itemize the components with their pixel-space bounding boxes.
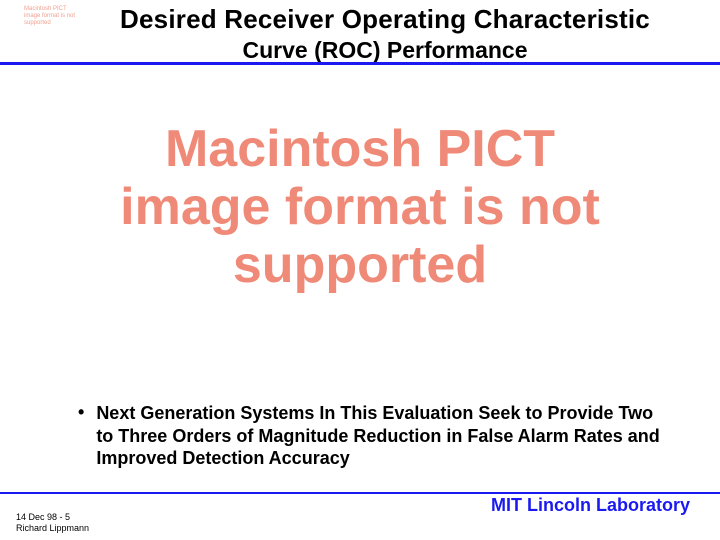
header-divider [0, 62, 720, 65]
slide: Macintosh PICT image format is not suppo… [0, 0, 720, 540]
footer-date: 14 Dec 98 - 5 [16, 512, 89, 523]
title-line-2: Curve (ROC) Performance [90, 37, 680, 64]
image-placeholder-main: Macintosh PICT image format is not suppo… [100, 120, 620, 295]
footer-author: Richard Lippmann [16, 523, 89, 534]
slide-title: Desired Receiver Operating Characteristi… [90, 4, 680, 64]
title-line-1: Desired Receiver Operating Characteristi… [90, 4, 680, 35]
footer-org: MIT Lincoln Laboratory [491, 495, 690, 516]
image-placeholder-thumbnail: Macintosh PICT image format is not suppo… [24, 6, 82, 28]
bullet-marker: • [78, 402, 84, 470]
bullet-text: Next Generation Systems In This Evaluati… [96, 402, 672, 470]
footer-divider [0, 492, 720, 494]
bullet-item: • Next Generation Systems In This Evalua… [78, 402, 672, 470]
footer-left: 14 Dec 98 - 5 Richard Lippmann [16, 512, 89, 534]
